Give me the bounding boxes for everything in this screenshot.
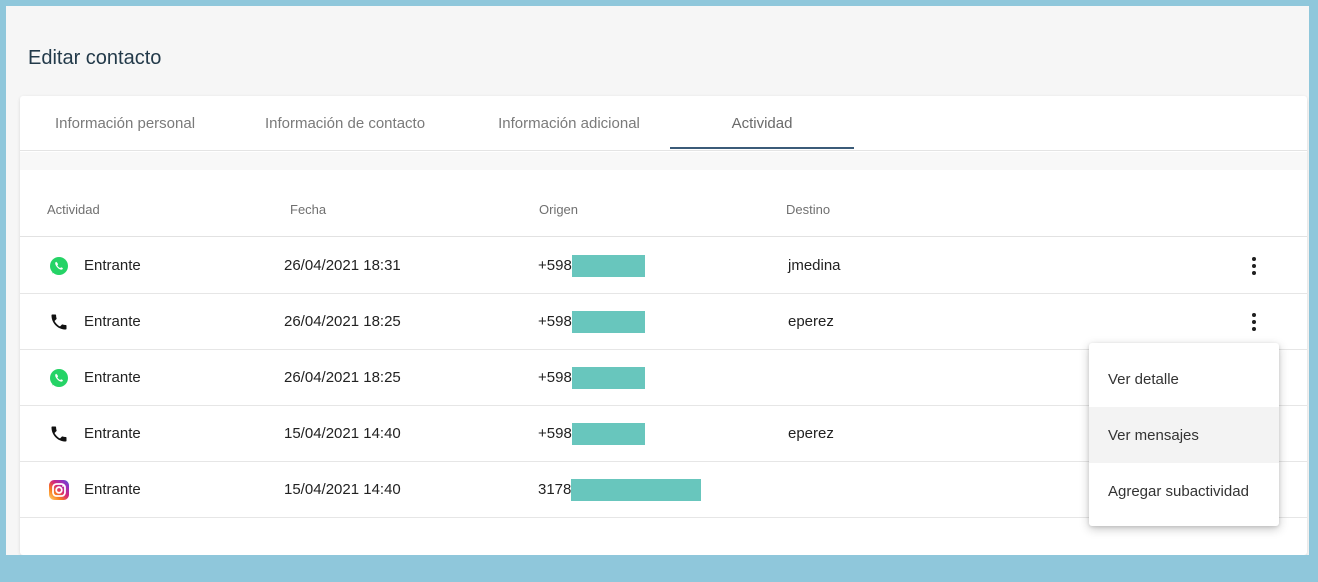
destination-cell: jmedina [788, 257, 841, 274]
date-cell: 26/04/2021 18:31 [284, 257, 401, 274]
date-cell: 15/04/2021 14:40 [284, 425, 401, 442]
column-header-fecha[interactable]: Fecha [290, 182, 326, 237]
tab-bar: Información personal Información de cont… [20, 96, 1307, 151]
column-header-actividad[interactable]: Actividad [47, 182, 100, 237]
date-cell: 15/04/2021 14:40 [284, 481, 401, 498]
whatsapp-icon [48, 255, 70, 277]
redacted-number [571, 366, 645, 389]
origin-cell: 3178 [538, 462, 702, 517]
activity-cell: Entrante [48, 238, 141, 293]
activity-cell: Entrante [48, 350, 141, 405]
instagram-icon [48, 479, 70, 501]
table-row[interactable]: Entrante 26/04/2021 18:31 +598 jmedina [20, 238, 1307, 294]
row-actions-context-menu: Ver detalle Ver mensajes Agregar subacti… [1089, 343, 1279, 526]
activity-cell: Entrante [48, 406, 141, 461]
activity-cell: Entrante [48, 294, 141, 349]
row-actions-menu-button[interactable] [1244, 310, 1264, 334]
redacted-number [571, 310, 645, 333]
origin-cell: +598 [538, 294, 645, 349]
activity-cell: Entrante [48, 462, 141, 517]
column-header-destino[interactable]: Destino [786, 182, 830, 237]
menu-item-ver-mensajes[interactable]: Ver mensajes [1089, 407, 1279, 463]
redacted-number [571, 478, 702, 501]
window-frame-bottom [0, 555, 1318, 582]
activity-label: Entrante [84, 425, 141, 442]
origin-prefix: 3178 [538, 481, 572, 498]
menu-item-ver-detalle[interactable]: Ver detalle [1089, 351, 1279, 407]
menu-item-agregar-subactividad[interactable]: Agregar subactividad [1089, 463, 1279, 519]
destination-cell: eperez [788, 425, 834, 442]
window-frame-right [1309, 0, 1318, 582]
date-cell: 26/04/2021 18:25 [284, 313, 401, 330]
phone-icon [48, 423, 70, 445]
origin-prefix: +598 [538, 313, 572, 330]
tab-informacion-personal[interactable]: Información personal [48, 96, 202, 151]
date-cell: 26/04/2021 18:25 [284, 369, 401, 386]
tab-informacion-adicional[interactable]: Información adicional [482, 96, 656, 151]
table-header: Actividad Fecha Origen Destino [20, 182, 1307, 237]
origin-prefix: +598 [538, 369, 572, 386]
tab-content-spacer [20, 152, 1307, 170]
redacted-number [571, 254, 645, 277]
origin-prefix: +598 [538, 257, 572, 274]
origin-cell: +598 [538, 406, 645, 461]
table-row[interactable]: Entrante 26/04/2021 18:25 +598 eperez [20, 294, 1307, 350]
origin-cell: +598 [538, 350, 645, 405]
page-title: Editar contacto [28, 47, 162, 69]
active-tab-indicator [670, 147, 854, 149]
activity-label: Entrante [84, 369, 141, 386]
destination-cell: eperez [788, 313, 834, 330]
whatsapp-icon [48, 367, 70, 389]
activity-label: Entrante [84, 481, 141, 498]
column-header-origen[interactable]: Origen [539, 182, 578, 237]
activity-label: Entrante [84, 313, 141, 330]
origin-cell: +598 [538, 238, 645, 293]
phone-icon [48, 311, 70, 333]
row-actions-menu-button[interactable] [1244, 254, 1264, 278]
tab-informacion-contacto[interactable]: Información de contacto [248, 96, 442, 151]
redacted-number [571, 422, 645, 445]
origin-prefix: +598 [538, 425, 572, 442]
tab-actividad[interactable]: Actividad [670, 96, 854, 151]
activity-label: Entrante [84, 257, 141, 274]
